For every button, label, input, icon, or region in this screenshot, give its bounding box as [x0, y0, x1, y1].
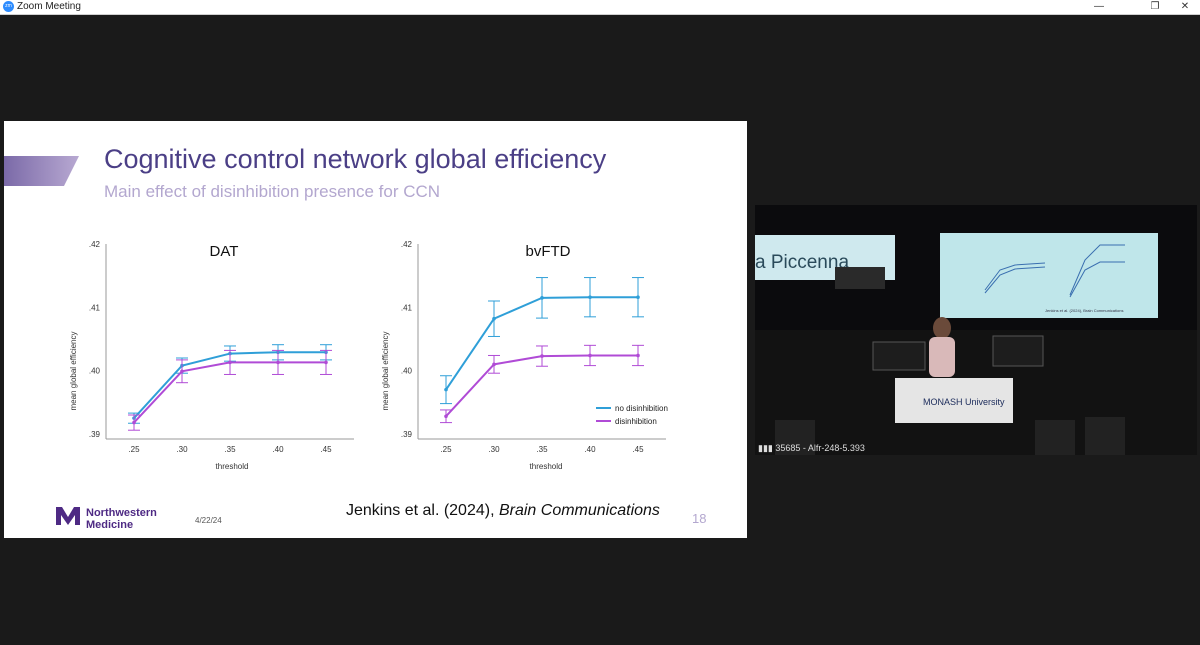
participant-name: 35685 - Alfr-248-5.393: [775, 443, 865, 453]
x-tick-label: .45: [632, 445, 644, 454]
data-point: [132, 420, 136, 425]
slide-accent-shape: [4, 156, 79, 186]
x-tick-label: .25: [128, 445, 140, 454]
y-axis-label: mean global efficiency: [69, 331, 78, 410]
video-screen-citation: Jenkins et al. (2024), Brain Communicati…: [1045, 308, 1123, 313]
restore-icon[interactable]: ❐: [1140, 0, 1170, 14]
data-point: [588, 295, 592, 299]
lectern-text: MONASH University: [923, 397, 1005, 407]
data-point: [228, 360, 232, 365]
x-axis-label: threshold: [530, 462, 563, 471]
x-tick-label: .40: [272, 445, 284, 454]
y-tick-label: .39: [401, 430, 413, 439]
data-point: [180, 369, 184, 374]
right-projection-screen: [940, 233, 1158, 318]
data-point: [636, 353, 640, 358]
y-tick-label: .39: [89, 430, 101, 439]
data-point: [588, 353, 592, 358]
window-title: Zoom Meeting: [17, 1, 81, 12]
legend-label-disinhibition: disinhibition: [615, 417, 657, 426]
chart-bvftd: bvFTD mean global efficiency threshold .…: [381, 240, 668, 471]
y-tick-label: .42: [401, 240, 413, 249]
slide-title: Cognitive control network global efficie…: [104, 144, 607, 174]
y-tick-label: .40: [89, 367, 101, 376]
citation-journal: Brain Communications: [498, 502, 660, 519]
x-tick-label: .30: [488, 445, 500, 454]
x-tick-label: .40: [584, 445, 596, 454]
close-icon[interactable]: ✕: [1170, 0, 1200, 14]
logo-line2: Medicine: [86, 519, 134, 531]
chart-title: DAT: [210, 243, 239, 260]
data-point: [276, 360, 280, 365]
x-tick-label: .30: [176, 445, 188, 454]
data-point: [492, 316, 496, 321]
legend: no disinhibition disinhibition: [596, 404, 668, 426]
y-tick-label: .42: [89, 240, 101, 249]
chart-title: bvFTD: [526, 243, 571, 260]
zoom-icon: zm: [3, 1, 14, 12]
slide-date: 4/22/24: [195, 516, 222, 525]
x-axis-label: threshold: [216, 462, 249, 471]
data-point: [540, 354, 544, 358]
data-point: [444, 414, 448, 419]
x-tick-label: .35: [224, 445, 236, 454]
video-scene: a Piccenna Jenkins et al. (2024), Brain …: [755, 205, 1197, 455]
chart-dat: DAT mean global efficiency threshold .39…: [69, 240, 354, 471]
slide-citation: Jenkins et al. (2024), Brain Communicati…: [346, 502, 660, 520]
participant-name-label: ▮▮▮ 35685 - Alfr-248-5.393: [758, 443, 865, 453]
slide-page-number: 18: [692, 511, 707, 526]
data-point: [636, 295, 640, 299]
x-tick-label: .45: [320, 445, 332, 454]
logo-line1: Northwestern: [86, 507, 157, 519]
legend-label-no-disinhibition: no disinhibition: [615, 404, 668, 413]
northwestern-logo-mark: [56, 507, 80, 525]
y-tick-label: .40: [401, 367, 413, 376]
window-titlebar: zm Zoom Meeting — ❐ ✕: [0, 0, 1200, 15]
shared-slide: Cognitive control network global efficie…: [4, 121, 747, 538]
data-point: [444, 387, 448, 392]
y-tick-label: .41: [89, 303, 101, 312]
y-tick-label: .41: [401, 303, 413, 312]
data-point: [540, 296, 544, 300]
data-point: [324, 360, 328, 365]
x-tick-label: .25: [440, 445, 452, 454]
speaker-video[interactable]: a Piccenna Jenkins et al. (2024), Brain …: [755, 205, 1197, 455]
x-tick-label: .35: [536, 445, 548, 454]
citation-authors: Jenkins et al. (2024),: [346, 502, 499, 519]
y-axis-label: mean global efficiency: [381, 331, 390, 410]
minimize-icon[interactable]: —: [1084, 0, 1114, 14]
data-point: [492, 362, 496, 367]
slide-subtitle: Main effect of disinhibition presence fo…: [104, 182, 441, 201]
